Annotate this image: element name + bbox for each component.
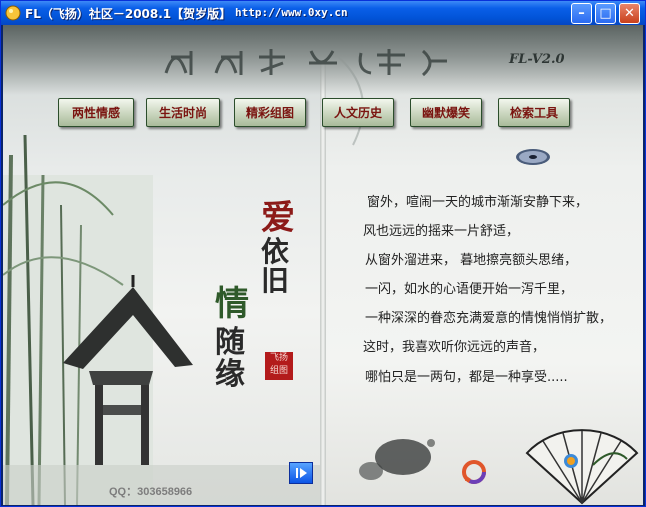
window-url: http://www.0xy.cn xyxy=(235,6,348,19)
calligraphy-feeling: 情 xyxy=(215,284,249,324)
music-cd-icon[interactable] xyxy=(515,148,551,166)
poem-line: 一种深深的眷恋充满爱意的情愧悄悄扩散， xyxy=(365,311,613,326)
refresh-icon[interactable] xyxy=(461,459,487,485)
folding-fan-icon xyxy=(525,429,639,505)
play-next-icon xyxy=(296,468,307,478)
poem-line: 一闪，如水的心语便开始一泻千里， xyxy=(365,282,574,297)
calligraphy-column-2: 随缘 xyxy=(215,325,245,392)
nav-button-humor[interactable]: 幽默爆笑 xyxy=(410,98,482,127)
minimize-button[interactable]: – xyxy=(571,3,592,24)
maximize-button[interactable]: □ xyxy=(595,3,616,24)
poem-line: 风也远远的摇来一片舒适， xyxy=(363,224,520,239)
poem-line: 这时，我喜欢听你远远的声音， xyxy=(363,340,546,355)
book-page: 爱 依旧 情 随缘 飞扬 组图 QQ：303658966 FL-V2.0 两性情… xyxy=(3,25,643,505)
nav-button-search-tools[interactable]: 检索工具 xyxy=(498,98,570,127)
qq-number: QQ：303658966 xyxy=(109,486,193,498)
poem-line: 哪怕只是一两句，都是一种享受..... xyxy=(365,370,568,385)
nav-button-lifestyle[interactable]: 生活时尚 xyxy=(146,98,220,127)
app-icon xyxy=(5,5,21,21)
poem-line: 从窗外溜进来， 暮地擦亮额头思绪， xyxy=(365,253,578,268)
left-page: 爱 依旧 情 随缘 飞扬 组图 QQ：303658966 xyxy=(3,25,323,505)
book-spine xyxy=(320,25,326,505)
site-logo xyxy=(161,43,461,85)
nav-button-relationships[interactable]: 两性情感 xyxy=(58,98,134,127)
nav-button-history[interactable]: 人文历史 xyxy=(322,98,394,127)
version-label: FL-V2.0 xyxy=(509,52,565,67)
title-bar[interactable]: FL（飞扬）社区－2008.1【贺岁版】 http://www.0xy.cn –… xyxy=(1,1,645,25)
window-title: FL（飞扬）社区－2008.1【贺岁版】 xyxy=(25,7,232,21)
poem-line: 窗外，喧闹一天的城市渐渐安静下来， xyxy=(367,195,589,210)
seal-stamp: 飞扬 组图 xyxy=(265,352,293,380)
play-next-button[interactable] xyxy=(289,462,313,484)
calligraphy-column-1: 依旧 xyxy=(261,235,290,298)
calligraphy-logo-graphic xyxy=(164,49,447,77)
calligraphy-love: 爱 xyxy=(261,198,295,238)
app-window: FL（飞扬）社区－2008.1【贺岁版】 http://www.0xy.cn –… xyxy=(0,0,646,507)
close-button[interactable]: ✕ xyxy=(619,3,640,24)
nav-button-gallery[interactable]: 精彩组图 xyxy=(234,98,306,127)
